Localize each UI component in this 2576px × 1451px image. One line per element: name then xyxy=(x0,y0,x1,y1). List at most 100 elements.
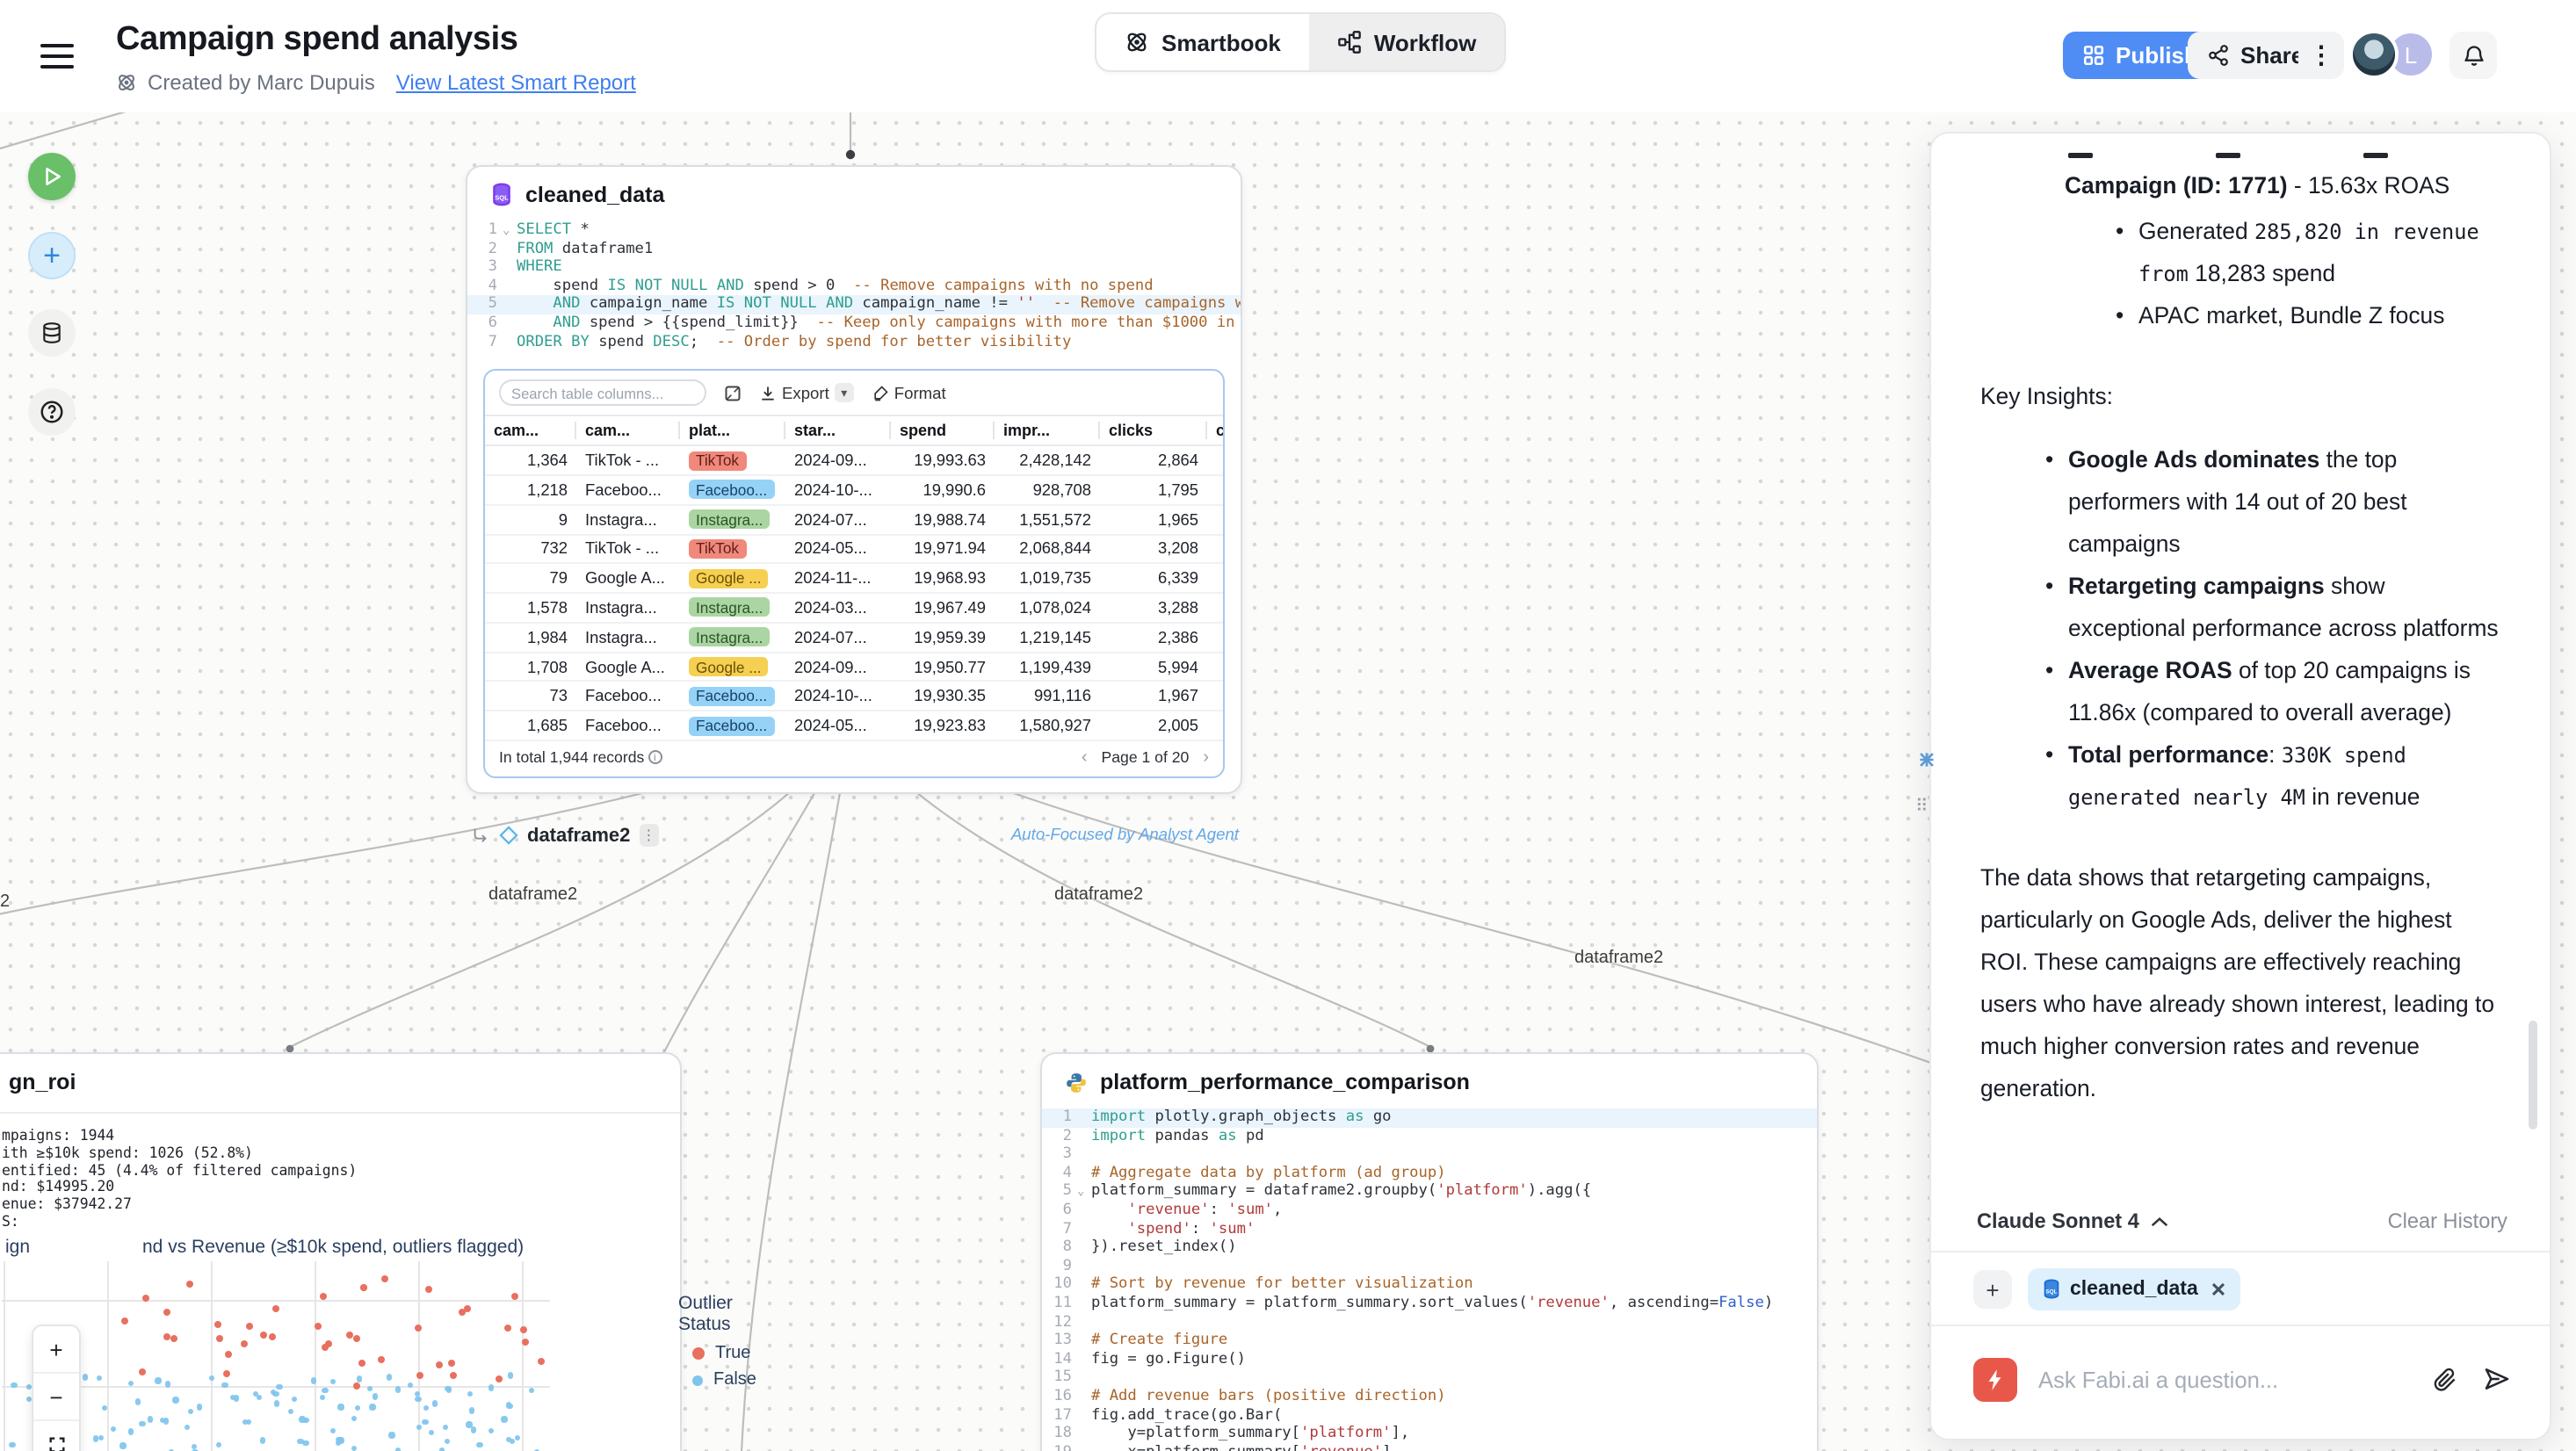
table-row[interactable]: 79Google A...Google ...2024-11-...19,968… xyxy=(485,564,1225,594)
code-line[interactable]: 2import pandas as pd xyxy=(1042,1127,1817,1145)
table-row[interactable]: 1,218Faceboo...Faceboo...2024-10-...19,9… xyxy=(485,475,1225,505)
scatter-point-false xyxy=(322,1387,329,1393)
table-row[interactable]: 1,685Faceboo...Faceboo...2024-05...19,92… xyxy=(485,711,1225,740)
scatter-point-false xyxy=(338,1404,344,1410)
code-line[interactable]: 8}).reset_index() xyxy=(1042,1238,1817,1257)
column-header[interactable]: impr... xyxy=(995,415,1100,445)
column-header[interactable]: ctr xyxy=(1207,415,1225,445)
tab-smartbook[interactable]: Smartbook xyxy=(1096,14,1309,70)
column-header[interactable]: cam... xyxy=(485,415,576,445)
smart-report-link[interactable]: View Latest Smart Report xyxy=(396,70,636,95)
python-code-editor[interactable]: 1import plotly.graph_objects as go2impor… xyxy=(1042,1105,1817,1451)
code-line[interactable]: 11platform_summary = platform_summary.so… xyxy=(1042,1295,1817,1313)
more-options-button[interactable]: ⋮ xyxy=(2298,32,2344,79)
code-line[interactable]: 17fig.add_trace(go.Bar( xyxy=(1042,1406,1817,1425)
scatter-point-false xyxy=(476,1441,482,1447)
table-row[interactable]: 73Faceboo...Faceboo...2024-10-...19,930.… xyxy=(485,682,1225,711)
table-row[interactable]: 732TikTok - ...TikTok2024-05...19,971.94… xyxy=(485,534,1225,564)
zoom-out-button[interactable]: − xyxy=(33,1374,79,1421)
column-header[interactable]: cam... xyxy=(576,415,680,445)
dataframe-options-icon[interactable]: ⋮ xyxy=(639,824,658,847)
tab-workflow[interactable]: Workflow xyxy=(1309,14,1505,70)
code-line[interactable]: 9 xyxy=(1042,1258,1817,1276)
code-line[interactable]: 2FROM dataframe1 xyxy=(467,240,1241,258)
code-line[interactable]: 15 xyxy=(1042,1369,1817,1388)
column-header[interactable]: spend xyxy=(891,415,995,445)
code-line[interactable]: 3WHERE xyxy=(467,258,1241,277)
table-row[interactable]: 1,578Instagra...Instagra...2024-03...19,… xyxy=(485,593,1225,623)
platform-badge: Instagra... xyxy=(689,627,770,646)
panel-scrollbar[interactable] xyxy=(2529,1021,2537,1130)
code-line[interactable]: 4 spend IS NOT NULL AND spend > 0 -- Rem… xyxy=(467,278,1241,296)
add-context-button[interactable]: + xyxy=(1973,1270,2012,1309)
add-node-button[interactable]: + xyxy=(28,232,76,279)
node-campaign-roi[interactable]: gn_roi mpaigns: 1944 ith ≥$10k spend: 10… xyxy=(0,1052,682,1451)
avatar-photo[interactable] xyxy=(2349,30,2399,79)
code-line[interactable]: 6 AND spend > {{spend_limit}} -- Keep on… xyxy=(467,314,1241,333)
fit-view-button[interactable] xyxy=(33,1421,79,1451)
clear-history-button[interactable]: Clear History xyxy=(2388,1209,2507,1233)
code-line[interactable]: 1import plotly.graph_objects as go xyxy=(1042,1108,1817,1127)
insight-item: Google Ads dominates the top performers … xyxy=(1980,439,2500,566)
format-button[interactable]: Format xyxy=(872,384,946,401)
code-line[interactable]: 5⌄platform_summary = dataframe2.groupby(… xyxy=(1042,1183,1817,1202)
data-sources-button[interactable] xyxy=(28,309,76,357)
sql-code-editor[interactable]: 1⌄SELECT *2FROM dataframe13WHERE4 spend … xyxy=(467,218,1241,362)
search-table-columns-input[interactable]: Search table columns... xyxy=(499,379,706,406)
hamburger-menu-icon[interactable] xyxy=(40,44,74,69)
table-row[interactable]: 1,708Google A...Google ...2024-09...19,9… xyxy=(485,652,1225,682)
code-line[interactable]: 10# Sort by revenue for better visualiza… xyxy=(1042,1276,1817,1295)
scatter-point-false xyxy=(187,1408,193,1414)
scatter-plot[interactable] xyxy=(2,1261,550,1451)
code-line[interactable]: 7 'spend': 'sum' xyxy=(1042,1220,1817,1238)
attachment-paperclip-icon[interactable] xyxy=(2432,1366,2458,1392)
code-line[interactable]: 1⌄SELECT * xyxy=(467,221,1241,240)
code-line[interactable]: 14fig = go.Figure() xyxy=(1042,1350,1817,1368)
dataframe-output-label[interactable]: dataframe2 xyxy=(527,825,630,846)
column-header[interactable]: plat... xyxy=(680,415,785,445)
prev-page-button[interactable]: ‹ xyxy=(1082,748,1088,768)
code-line[interactable]: 19 x=platform_summary['revenue'], xyxy=(1042,1443,1817,1451)
chart-legend: Outlier Status True False xyxy=(678,1293,756,1397)
expand-icon[interactable] xyxy=(724,384,742,401)
help-button[interactable] xyxy=(28,388,76,436)
legend-entry-true[interactable]: True xyxy=(678,1344,756,1363)
ask-question-input[interactable]: Ask Fabi.ai a question... xyxy=(2038,1366,2411,1392)
table-row[interactable]: 1,364TikTok - ...TikTok2024-09...19,993.… xyxy=(485,445,1225,475)
result-table-card: Search table columns... Export ▾ Format … xyxy=(483,369,1225,778)
legend-entry-false[interactable]: False xyxy=(678,1370,756,1390)
code-line[interactable]: 3 xyxy=(1042,1145,1817,1164)
scatter-point-true xyxy=(521,1338,528,1345)
column-header[interactable]: clicks xyxy=(1100,415,1207,445)
code-line[interactable]: 12 xyxy=(1042,1313,1817,1332)
code-line[interactable]: 5 AND campaign_name IS NOT NULL AND camp… xyxy=(467,296,1241,314)
table-row[interactable]: 9Instagra...Instagra...2024-07...19,988.… xyxy=(485,504,1225,534)
scatter-point-true xyxy=(170,1334,177,1341)
zoom-in-button[interactable]: + xyxy=(33,1326,79,1374)
model-selector[interactable]: Claude Sonnet 4 xyxy=(1977,1209,2169,1233)
panel-pin-icon[interactable] xyxy=(1915,748,1938,771)
export-dropdown-chevron[interactable]: ▾ xyxy=(835,383,854,402)
code-line[interactable]: 18 y=platform_summary['platform'], xyxy=(1042,1425,1817,1443)
notifications-button[interactable] xyxy=(2449,32,2497,79)
scatter-point-true xyxy=(381,1276,388,1283)
scatter-point-true xyxy=(435,1362,442,1369)
code-line[interactable]: 6 'revenue': 'sum', xyxy=(1042,1202,1817,1220)
scatter-point-false xyxy=(82,1375,88,1381)
context-chip-cleaned-data[interactable]: SQL cleaned_data ✕ xyxy=(2028,1268,2240,1310)
code-line[interactable]: 7ORDER BY spend DESC; -- Order by spend … xyxy=(467,333,1241,351)
send-icon[interactable] xyxy=(2483,1365,2511,1393)
next-page-button[interactable]: › xyxy=(1203,748,1209,768)
code-line[interactable]: 13# Create figure xyxy=(1042,1332,1817,1350)
scatter-point-true xyxy=(416,1372,423,1379)
code-line[interactable]: 16# Add revenue bars (positive direction… xyxy=(1042,1388,1817,1406)
column-header[interactable]: star... xyxy=(785,415,891,445)
node-cleaned-data[interactable]: SQL cleaned_data 1⌄SELECT *2FROM datafra… xyxy=(466,165,1242,794)
node-platform-performance-comparison[interactable]: platform_performance_comparison 1import … xyxy=(1040,1052,1819,1451)
remove-chip-icon[interactable]: ✕ xyxy=(2211,1278,2226,1301)
panel-drag-handle[interactable]: ⠿ xyxy=(1915,798,1930,817)
run-workflow-button[interactable] xyxy=(28,153,76,200)
export-button[interactable]: Export ▾ xyxy=(759,383,854,402)
table-row[interactable]: 1,984Instagra...Instagra...2024-07...19,… xyxy=(485,623,1225,653)
code-line[interactable]: 4# Aggregate data by platform (ad group) xyxy=(1042,1165,1817,1183)
